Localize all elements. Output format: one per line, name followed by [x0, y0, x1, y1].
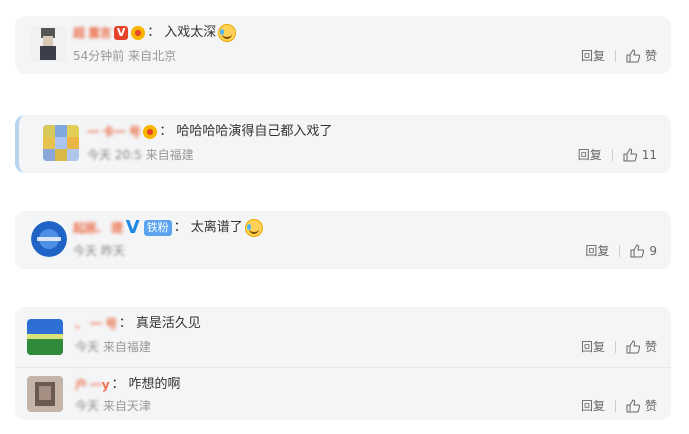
comment-meta: 今天 20:5 来自福建	[87, 147, 194, 163]
colon: ：	[147, 25, 161, 40]
comment-header: 、 一 号 ： 真是活久见	[75, 315, 201, 333]
colon: ：	[159, 124, 173, 139]
reply-button[interactable]: 回复	[585, 243, 609, 259]
colon: ：	[118, 316, 132, 331]
location: 来自北京	[128, 49, 177, 63]
divider	[614, 341, 616, 353]
comment-header: 一 卡一 号 ： 哈哈哈哈演得自己都入戏了	[87, 123, 332, 141]
avatar[interactable]	[43, 125, 79, 161]
timestamp: 今天	[75, 399, 100, 413]
colon: ：	[111, 377, 125, 392]
comment-actions: 回复 赞	[581, 48, 657, 64]
comment-header: 起居、 提 V 铁粉 ： 太离谱了	[73, 219, 263, 237]
reply-button[interactable]: 回复	[578, 147, 602, 163]
username[interactable]: 一 卡一 号	[87, 123, 141, 141]
colon: ：	[173, 220, 187, 235]
username[interactable]: 、 一 号	[75, 315, 117, 333]
like-count[interactable]: 9	[649, 243, 657, 259]
comment-row: 超 重言 V ： 入戏太深 54分钟前 来自北京 回复 赞	[15, 16, 671, 74]
avatar[interactable]	[27, 376, 63, 412]
username[interactable]: 起居、 提	[73, 219, 123, 237]
avatar[interactable]	[31, 221, 67, 257]
comment-row: 户 一 y ： 咋想的啊 今天 来自天津 回复 赞	[15, 367, 671, 420]
comment-actions: 回复 11	[578, 147, 657, 163]
comment-text: 真是活久见	[135, 316, 201, 331]
comment-header: 户 一 y ： 咋想的啊	[75, 376, 181, 394]
comment-actions: 回复 赞	[581, 398, 657, 414]
divider	[619, 245, 621, 257]
like-count[interactable]: 赞	[645, 339, 657, 355]
thumbs-up-icon[interactable]	[630, 244, 645, 258]
thumbs-up-icon[interactable]	[626, 399, 640, 413]
comment-text: 咋想的啊	[128, 377, 181, 392]
comment-row: 一 卡一 号 ： 哈哈哈哈演得自己都入戏了 今天 20:5 来自福建 回复 11	[19, 115, 671, 173]
thumbs-up-icon[interactable]	[626, 49, 640, 63]
verified-v-icon: V	[125, 217, 140, 238]
username[interactable]: 户 一	[75, 376, 102, 394]
comment-meta: 今天 来自天津	[75, 398, 151, 414]
like-count[interactable]: 赞	[645, 398, 657, 414]
comment-card: 起居、 提 V 铁粉 ： 太离谱了 今天 昨天 回复 9	[15, 211, 671, 269]
avatar[interactable]	[31, 26, 67, 62]
like-count[interactable]: 赞	[645, 48, 657, 64]
fan-badge: 铁粉	[143, 220, 172, 236]
location: 来自福建	[102, 340, 151, 354]
comment-actions: 回复 赞	[581, 339, 657, 355]
timestamp: 今天	[75, 340, 100, 354]
comment-row: 起居、 提 V 铁粉 ： 太离谱了 今天 昨天 回复 9	[15, 211, 671, 269]
comment-meta: 54分钟前 来自北京	[73, 48, 176, 64]
comment-text: 入戏太深	[164, 25, 217, 40]
comment-header: 超 重言 V ： 入戏太深	[73, 24, 237, 42]
location: 来自福建	[145, 148, 194, 162]
location: 来自天津	[102, 399, 151, 413]
divider	[611, 149, 613, 161]
comment-actions: 回复 9	[585, 243, 657, 259]
comment-row: 、 一 号 ： 真是活久见 今天 来自福建 回复 赞	[15, 307, 671, 367]
like-count[interactable]: 11	[642, 147, 657, 163]
username[interactable]: 超 重言	[73, 24, 112, 42]
comment-card: 一 卡一 号 ： 哈哈哈哈演得自己都入戏了 今天 20:5 来自福建 回复 11	[15, 115, 671, 173]
reply-button[interactable]: 回复	[581, 339, 605, 355]
comment-meta: 今天 来自福建	[75, 339, 151, 355]
avatar[interactable]	[27, 319, 63, 355]
medal-icon	[143, 125, 158, 139]
thumbs-up-icon[interactable]	[626, 340, 640, 354]
laugh-cry-emoji-icon	[218, 24, 237, 42]
divider	[614, 50, 616, 62]
comment-text: 太离谱了	[190, 220, 243, 235]
comment-text: 哈哈哈哈演得自己都入戏了	[176, 124, 333, 139]
timestamp: 今天 20:5	[87, 148, 142, 162]
medal-icon	[131, 26, 146, 40]
comment-meta: 今天 昨天	[73, 243, 125, 259]
reply-button[interactable]: 回复	[581, 48, 605, 64]
laugh-cry-emoji-icon	[244, 219, 263, 237]
reply-button[interactable]: 回复	[581, 398, 605, 414]
comment-group-card: 、 一 号 ： 真是活久见 今天 来自福建 回复 赞 户 一 y ： 咋想的啊	[15, 307, 671, 420]
divider	[614, 400, 616, 412]
username-suffix[interactable]: y	[102, 376, 110, 394]
comment-card: 超 重言 V ： 入戏太深 54分钟前 来自北京 回复 赞	[15, 16, 671, 74]
verified-badge-icon: V	[114, 26, 129, 40]
timestamp: 54分钟前	[73, 49, 125, 63]
thumbs-up-icon[interactable]	[623, 148, 637, 162]
timestamp: 今天 昨天	[73, 244, 125, 258]
